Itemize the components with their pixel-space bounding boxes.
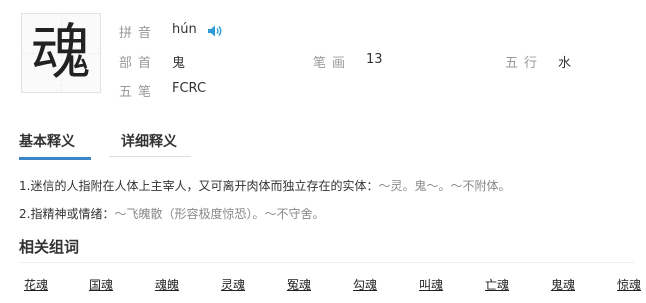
related-word-link[interactable]: 惊魂 <box>617 276 641 293</box>
related-word-link[interactable]: 国魂 <box>89 276 113 293</box>
wubi-value: FCRC <box>172 81 207 96</box>
pinyin-label: 拼音 <box>119 26 158 41</box>
wubi-label: 五笔 <box>119 85 158 100</box>
strokes-value: 13 <box>366 52 383 67</box>
definition-2: 2.指精神或情绪：～飞魄散（形容极度惊恐）。～不守舍。 <box>19 205 324 222</box>
related-words-title: 相关组词 <box>19 238 80 256</box>
divider <box>19 262 634 263</box>
tab-basic-definition[interactable]: 基本释义 <box>19 127 91 160</box>
tab-detailed-definition[interactable]: 详细释义 <box>109 127 191 157</box>
speaker-icon[interactable] <box>207 23 223 37</box>
definition-tabs: 基本释义 详细释义 <box>13 127 646 160</box>
character-display: 魂 <box>21 13 101 93</box>
wuxing-value: 水 <box>558 56 572 71</box>
related-word-link[interactable]: 魂魄 <box>155 276 179 293</box>
character-glyph: 魂 <box>31 18 91 88</box>
definition-1: 1.迷信的人指附在人体上主宰人，又可离开肉体而独立存在的实体：～灵。鬼～。～不附… <box>19 177 510 194</box>
related-words-list: 花魂 国魂 魂魄 灵魂 冤魂 勾魂 叫魂 亡魂 鬼魂 惊魂 <box>19 276 646 298</box>
related-word-link[interactable]: 花魂 <box>24 276 48 293</box>
definition-1-examples: ～灵。鬼～。～不附体。 <box>378 179 511 193</box>
related-word-link[interactable]: 冤魂 <box>287 276 311 293</box>
wuxing-label: 五行 <box>505 56 544 71</box>
definition-1-text: 1.迷信的人指附在人体上主宰人，又可离开肉体而独立存在的实体： <box>19 179 379 193</box>
radical-label: 部首 <box>119 56 158 71</box>
definition-2-text: 2.指精神或情绪： <box>19 207 115 221</box>
related-word-link[interactable]: 勾魂 <box>353 276 377 293</box>
related-word-link[interactable]: 叫魂 <box>419 276 443 293</box>
definition-2-examples: ～飞魄散（形容极度惊恐）。～不守舍。 <box>114 207 325 221</box>
related-word-link[interactable]: 灵魂 <box>221 276 245 293</box>
radical-value: 鬼 <box>172 56 186 71</box>
strokes-label: 笔画 <box>313 56 352 71</box>
related-word-link[interactable]: 亡魂 <box>485 276 509 293</box>
related-word-link[interactable]: 鬼魂 <box>551 276 575 293</box>
pinyin-value: hún <box>172 22 197 37</box>
